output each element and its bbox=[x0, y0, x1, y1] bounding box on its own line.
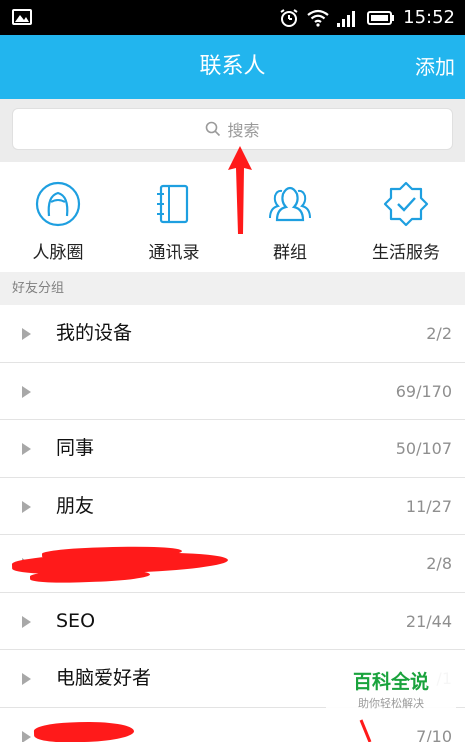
signal-icon bbox=[337, 10, 356, 27]
annotation-arrow-icon bbox=[359, 719, 372, 742]
alarm-icon bbox=[280, 8, 298, 27]
add-button[interactable]: 添加 bbox=[415, 35, 455, 99]
status-time: 15:52 bbox=[403, 7, 455, 28]
expand-arrow-icon bbox=[22, 328, 31, 340]
expand-arrow-icon bbox=[22, 730, 31, 742]
group-icon bbox=[269, 186, 311, 222]
group-count: 50/107 bbox=[395, 439, 452, 458]
quick-action-tongxunlu[interactable]: 通讯录 bbox=[116, 162, 232, 272]
service-badge-icon bbox=[383, 181, 429, 227]
watermark-sub: 助你轻松解决 bbox=[358, 697, 424, 710]
quick-action-label: 生活服务 bbox=[372, 243, 440, 263]
group-row[interactable]: 朋友 11/27 bbox=[0, 477, 465, 535]
battery-icon bbox=[367, 10, 395, 25]
person-circle-icon bbox=[35, 181, 81, 227]
group-count: 69/170 bbox=[395, 381, 452, 401]
quick-action-label: 群组 bbox=[273, 243, 307, 263]
quick-action-renmaiquan[interactable]: 人脉圈 bbox=[0, 162, 116, 272]
expand-arrow-icon bbox=[22, 385, 31, 398]
watermark-main: 百科全说 bbox=[352, 671, 429, 693]
gallery-icon bbox=[12, 9, 32, 25]
title-bar: 联系人 添加 bbox=[0, 35, 465, 99]
search-icon bbox=[206, 121, 221, 137]
friend-groups-header: 好友分组 bbox=[0, 272, 465, 305]
search-input[interactable]: 搜索 bbox=[12, 108, 453, 150]
group-count: 11/27 bbox=[405, 496, 452, 516]
group-count: 2/8 bbox=[426, 554, 452, 573]
search-placeholder: 搜索 bbox=[227, 121, 260, 140]
address-book-icon bbox=[157, 184, 189, 224]
group-count: 21/44 bbox=[405, 611, 452, 631]
group-row[interactable]: 69/170 bbox=[0, 362, 465, 420]
group-name: 朋友 bbox=[56, 494, 95, 517]
group-name: 电脑爱好者 bbox=[56, 667, 152, 689]
quick-action-shenghuofuwu[interactable]: 生活服务 bbox=[348, 162, 464, 272]
watermark-logo: 百科全说 助你轻松解决 bbox=[326, 668, 456, 720]
expand-arrow-icon bbox=[22, 615, 31, 628]
group-row[interactable]: 我的设备 2/2 bbox=[0, 305, 465, 363]
group-name: SEO bbox=[56, 609, 96, 632]
page-title: 联系人 bbox=[199, 54, 266, 79]
expand-arrow-icon bbox=[22, 673, 31, 685]
group-row[interactable]: SEO 21/44 bbox=[0, 592, 465, 650]
wifi-icon bbox=[307, 9, 329, 27]
expand-arrow-icon bbox=[22, 443, 31, 455]
status-bar: 15:52 bbox=[0, 0, 465, 35]
status-icons: 15:52 bbox=[279, 0, 455, 35]
group-name: 我的设备 bbox=[56, 322, 133, 344]
expand-arrow-icon bbox=[22, 500, 31, 513]
group-count: 2/2 bbox=[426, 324, 452, 343]
group-name: 同事 bbox=[56, 437, 95, 459]
quick-action-label: 人脉圈 bbox=[32, 243, 84, 263]
group-row[interactable]: 同事 50/107 bbox=[0, 420, 465, 478]
annotation-arrow-icon bbox=[228, 146, 252, 234]
quick-action-label: 通讯录 bbox=[148, 243, 200, 263]
